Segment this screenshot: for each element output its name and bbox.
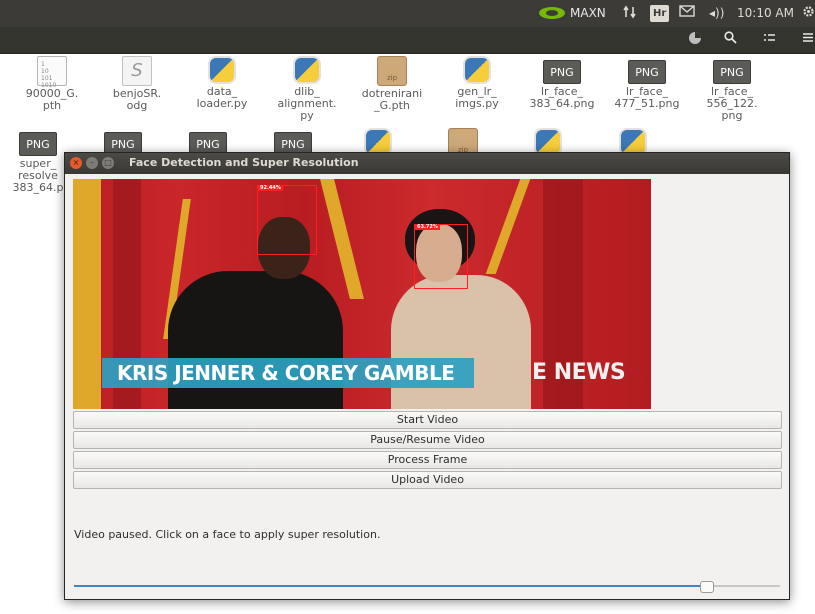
window-title: Face Detection and Super Resolution — [129, 156, 359, 169]
file-name: dotrenirani _G.pth — [361, 87, 423, 112]
volume-icon[interactable]: ◂)) — [709, 5, 724, 22]
app-window: × – □ Face Detection and Super Resolutio… — [64, 152, 790, 600]
process-frame-button[interactable]: Process Frame — [73, 451, 782, 469]
top-panel: MAXN Hr ◂)) 10:10 AM — [0, 0, 815, 27]
slider-handle[interactable] — [700, 581, 714, 593]
disk-usage-icon[interactable] — [684, 31, 706, 49]
file-item[interactable]: SbenjoSR. odg — [94, 56, 180, 112]
python-file-icon — [293, 56, 321, 84]
news-logo: E NEWS — [532, 360, 626, 385]
minimize-button[interactable]: – — [86, 157, 98, 169]
png-file-icon: PNG — [19, 132, 57, 156]
archive-icon-label: zip — [386, 74, 398, 82]
gear-icon[interactable] — [802, 5, 815, 22]
status-message: Video paused. Click on a face to apply s… — [74, 528, 381, 541]
drawing-file-icon: S — [122, 56, 152, 86]
video-progress-slider[interactable] — [74, 585, 780, 587]
power-mode-label[interactable]: MAXN — [570, 5, 606, 22]
nvidia-icon[interactable] — [537, 5, 569, 22]
window-titlebar[interactable]: × – □ Face Detection and Super Resolutio… — [65, 153, 789, 174]
file-name: lr_face_ 556_122. png — [706, 85, 758, 122]
file-name: data_ loader.py — [196, 85, 248, 110]
archive-file-icon: zip — [377, 56, 407, 86]
file-name: lr_face_ 383_64.png — [529, 85, 595, 110]
file-item[interactable]: PNG lr_face_ 556_122. png — [689, 56, 775, 122]
file-manager-toolbar — [0, 27, 815, 54]
face-detection-box[interactable]: 92.44% — [257, 185, 317, 255]
file-item[interactable]: PNG lr_face_ 383_64.png — [519, 56, 605, 110]
person-man — [168, 271, 343, 409]
file-name: 90000_G. pth — [25, 87, 79, 112]
slider-fill — [74, 585, 706, 587]
python-file-icon — [208, 56, 236, 84]
clock[interactable]: 10:10 AM — [737, 5, 794, 22]
backdrop-gold-panel — [73, 179, 101, 409]
png-file-icon: PNG — [628, 60, 666, 84]
caption-text: KRIS JENNER & COREY GAMBLE — [117, 361, 455, 385]
file-item[interactable]: gen_lr_ imgs.py — [434, 56, 520, 110]
file-item[interactable]: dlib_ alignment. py — [264, 56, 350, 122]
file-name: dlib_ alignment. py — [277, 85, 337, 122]
binary-file-icon: 1 10 101 1010 — [37, 56, 67, 89]
hamburger-menu-icon[interactable] — [797, 31, 815, 49]
network-arrows-icon[interactable] — [623, 5, 637, 22]
backdrop-gold-panel — [485, 179, 531, 274]
file-item[interactable]: 1 10 101 1010 90000_G. pth — [9, 56, 95, 112]
file-item[interactable]: zip dotrenirani _G.pth — [349, 56, 435, 112]
upload-video-button[interactable]: Upload Video — [73, 471, 782, 489]
file-name: benjoSR. odg — [112, 87, 162, 112]
keyboard-layout-indicator[interactable]: Hr — [650, 5, 670, 22]
search-icon[interactable] — [719, 31, 741, 49]
png-file-icon: PNG — [543, 60, 581, 84]
png-file-icon: PNG — [713, 60, 751, 84]
archive-icon-label: zip — [457, 146, 469, 154]
video-frame[interactable]: 92.44% 63.72% KRIS JENNER & COREY GAMBLE… — [73, 179, 651, 409]
file-item[interactable]: PNG lr_face_ 477_51.png — [604, 56, 690, 110]
face-confidence-label: 92.44% — [258, 185, 283, 191]
maximize-button[interactable]: □ — [102, 157, 114, 169]
list-view-icon[interactable] — [758, 31, 780, 49]
mail-icon[interactable] — [679, 5, 695, 22]
file-name: gen_lr_ imgs.py — [455, 85, 499, 110]
python-file-icon — [463, 56, 491, 84]
backdrop-gold-panel — [320, 179, 364, 299]
file-name: lr_face_ 477_51.png — [614, 85, 680, 110]
start-video-button[interactable]: Start Video — [73, 411, 782, 429]
pause-resume-video-button[interactable]: Pause/Resume Video — [73, 431, 782, 449]
face-detection-box[interactable]: 63.72% — [414, 224, 468, 289]
close-button[interactable]: × — [70, 157, 82, 169]
person-woman — [391, 275, 531, 409]
file-item[interactable]: data_ loader.py — [179, 56, 265, 110]
face-confidence-label: 63.72% — [415, 224, 440, 230]
